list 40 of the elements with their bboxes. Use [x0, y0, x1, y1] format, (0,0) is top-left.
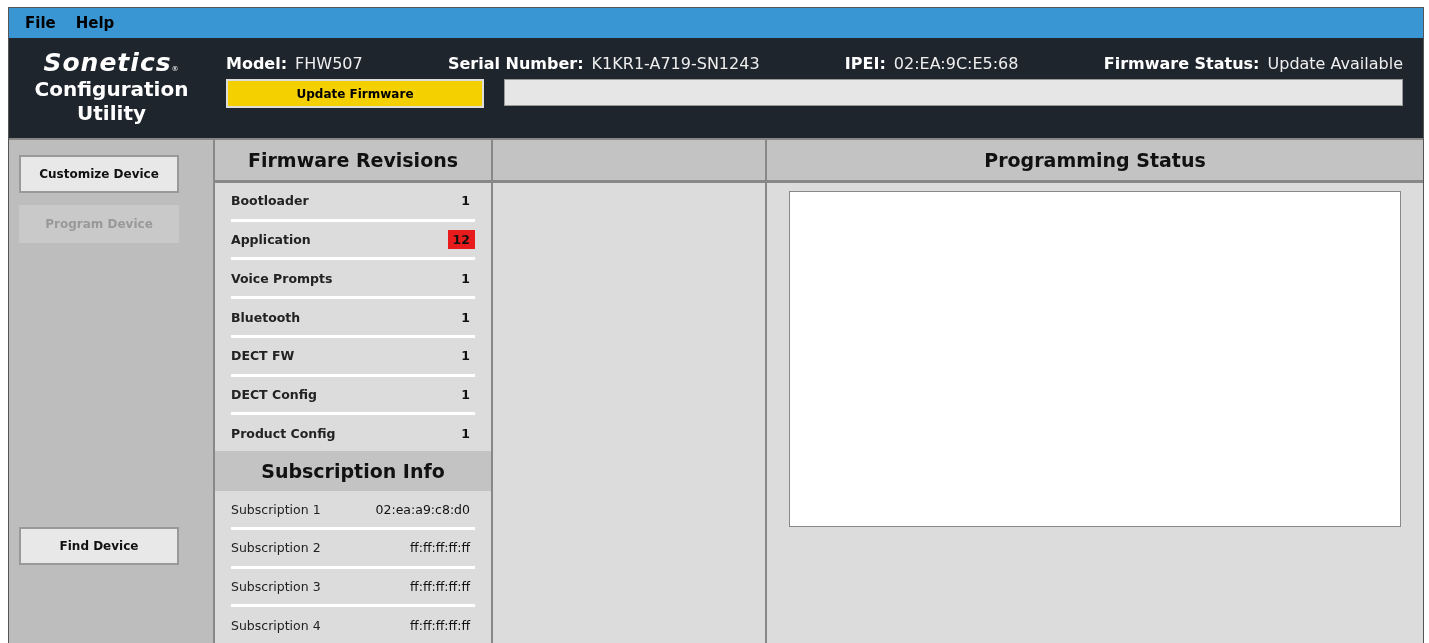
revision-value: 1 [460, 347, 471, 366]
sidebar-button[interactable]: Customize Device [19, 155, 179, 193]
section-title: Firmware Revisions [215, 140, 491, 183]
subscription-name: Subscription 2 [231, 540, 321, 556]
revision-value: 1 [460, 308, 471, 327]
field-value: K1KR1-A719-SN1243 [591, 54, 760, 73]
field-value: FHW507 [295, 54, 363, 73]
find-device-button[interactable]: Find Device [19, 527, 179, 565]
update-firmware-button[interactable]: Update Firmware [226, 79, 484, 108]
field-value: Update Available [1267, 54, 1403, 73]
section-title: Subscription Info [215, 451, 491, 492]
subscription-value: ff:ff:ff:ff:ff [409, 577, 472, 596]
revision-value: 1 [460, 269, 471, 288]
revision-name: Voice Prompts [231, 270, 333, 286]
subscription-name: Subscription 4 [231, 617, 321, 633]
revision-value: 1 [460, 192, 471, 211]
revision-value: 1 [460, 424, 471, 443]
revision-name: Bootloader [231, 193, 309, 209]
revision-name: Application [231, 232, 311, 248]
app-title: Configuration Utility [33, 77, 190, 125]
field-label: Firmware Status: [1103, 54, 1260, 73]
field-value: 02:EA:9C:E5:68 [893, 54, 1019, 73]
subscription-name: Subscription 3 [231, 578, 321, 594]
revision-name: Product Config [231, 425, 336, 441]
subscription-value: ff:ff:ff:ff:ff [409, 616, 472, 635]
menu-item[interactable]: Help [75, 14, 115, 32]
subscription-value: ff:ff:ff:ff:ff [409, 539, 472, 558]
subscription-name: Subscription 1 [231, 501, 321, 517]
revision-name: DECT Config [231, 387, 317, 403]
field-label: IPEI: [844, 54, 886, 73]
revision-name: DECT FW [231, 348, 295, 364]
revision-value: 1 [460, 386, 471, 405]
field-label: Serial Number: [447, 54, 584, 73]
revision-value: 12 [447, 230, 475, 250]
subscription-value: 02:ea:a9:c8:d0 [374, 500, 471, 519]
brand-logo: Sonetics [43, 48, 172, 77]
menu-item[interactable]: File [25, 14, 56, 32]
section-title: Programming Status [767, 140, 1423, 183]
field-label: Model: [226, 54, 288, 73]
revision-name: Bluetooth [231, 309, 301, 325]
